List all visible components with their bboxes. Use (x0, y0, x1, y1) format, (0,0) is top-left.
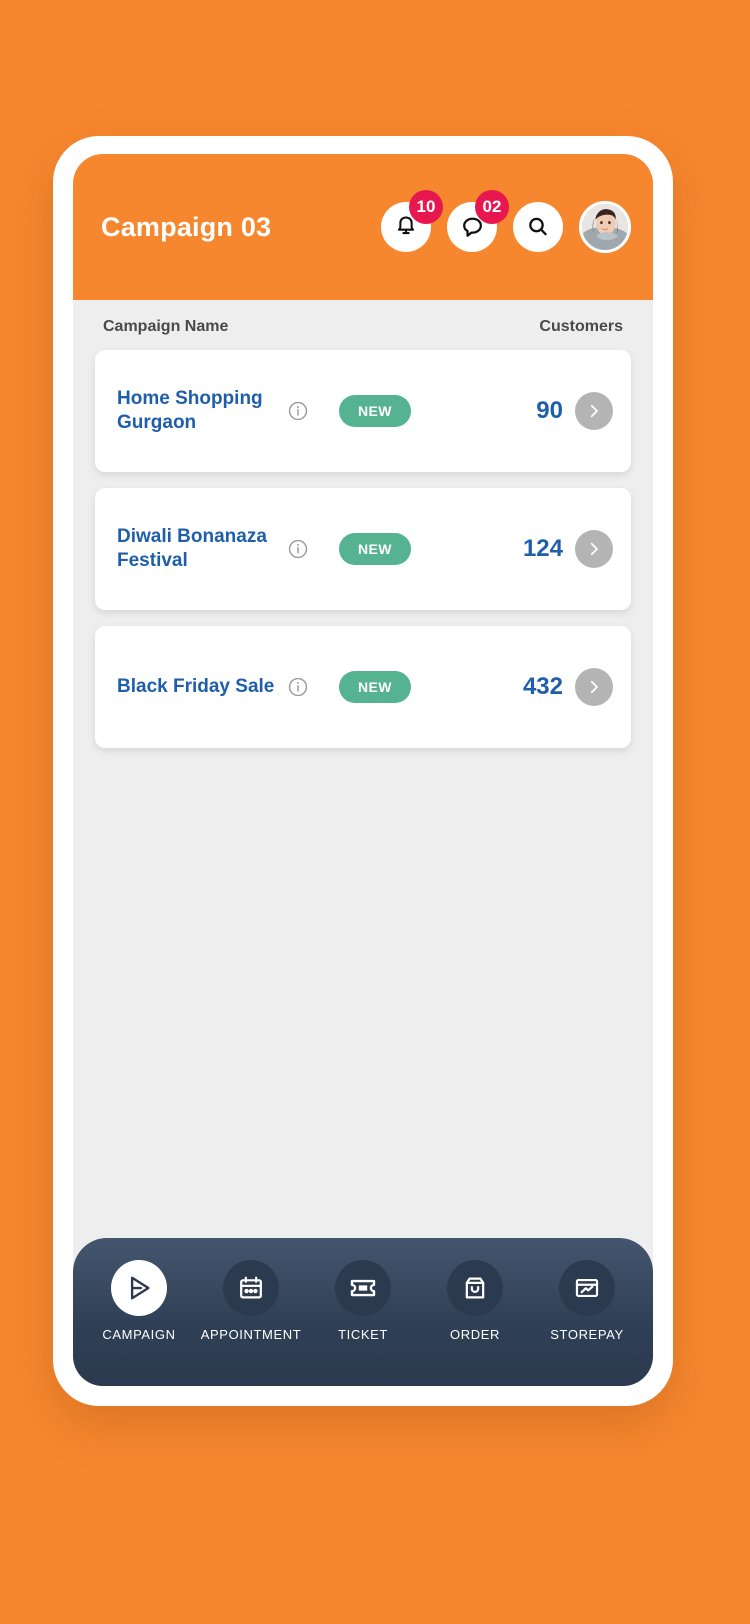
shopping-bag-icon (447, 1260, 503, 1316)
chevron-right-icon[interactable] (575, 392, 613, 430)
avatar[interactable] (579, 201, 631, 253)
messages-badge: 02 (475, 190, 509, 224)
search-icon (525, 214, 551, 240)
nav-label: STOREPAY (550, 1327, 624, 1342)
campaign-name: Diwali Bonanaza Festival (117, 525, 267, 571)
search-button[interactable] (513, 202, 563, 252)
customer-count: 124 (522, 535, 563, 562)
messages-button[interactable]: 02 (447, 190, 509, 252)
nav-label: CAMPAIGN (102, 1327, 176, 1342)
campaign-name: Home Shopping Gurgaon (117, 387, 263, 433)
info-icon[interactable] (287, 676, 309, 698)
campaign-list: Home Shopping Gurgaon NEW 90 Diwali Bona… (73, 350, 653, 748)
table-row[interactable]: Black Friday Sale NEW 432 (95, 626, 631, 748)
phone-screen: Campaign 03 10 02 Campaign Name Customer… (73, 154, 653, 1386)
header-actions: 10 02 (381, 190, 631, 253)
campaign-name: Black Friday Sale (117, 675, 275, 697)
phone-frame: Campaign 03 10 02 Campaign Name Customer… (53, 136, 673, 1406)
info-icon[interactable] (287, 538, 309, 560)
app-header: Campaign 03 10 02 (73, 154, 653, 300)
table-row[interactable]: Home Shopping Gurgaon NEW 90 (95, 350, 631, 472)
nav-label: APPOINTMENT (200, 1327, 302, 1342)
nav-item-storepay[interactable]: STOREPAY (531, 1260, 643, 1342)
row-right: 432 (523, 668, 613, 706)
table-row[interactable]: Diwali Bonanaza Festival NEW 124 (95, 488, 631, 610)
customer-count: 432 (522, 673, 563, 700)
notifications-badge: 10 (409, 190, 443, 224)
notifications-button[interactable]: 10 (381, 190, 443, 252)
status-badge: NEW (339, 533, 411, 565)
status-badge: NEW (339, 671, 411, 703)
nav-item-ticket[interactable]: TICKET (307, 1260, 419, 1342)
nav-item-order[interactable]: ORDER (419, 1260, 531, 1342)
calendar-icon (223, 1260, 279, 1316)
user-avatar (582, 204, 628, 250)
nav-item-appointment[interactable]: APPOINTMENT (195, 1260, 307, 1342)
chevron-right-icon[interactable] (575, 668, 613, 706)
row-left: Black Friday Sale NEW (117, 671, 523, 703)
list-column-headers: Campaign Name Customers (73, 300, 653, 350)
nav-label: ORDER (450, 1327, 500, 1342)
row-left: Home Shopping Gurgaon NEW (117, 387, 536, 436)
ticket-icon (335, 1260, 391, 1316)
nav-label: TICKET (338, 1327, 388, 1342)
column-header-campaign-name: Campaign Name (103, 318, 229, 335)
row-right: 124 (523, 530, 613, 568)
page-title: Campaign 03 (101, 211, 272, 242)
row-right: 90 (536, 392, 613, 430)
content-area: Campaign Name Customers Home Shopping Gu… (73, 300, 653, 1386)
column-header-customers: Customers (539, 318, 623, 335)
row-left: Diwali Bonanaza Festival NEW (117, 525, 523, 574)
bottom-navigation: CAMPAIGN APPOINTMENT TICKET ORDER STOREP… (73, 1238, 653, 1386)
send-play-icon (111, 1260, 167, 1316)
chevron-right-icon[interactable] (575, 530, 613, 568)
card-terminal-icon (559, 1260, 615, 1316)
info-icon[interactable] (287, 400, 309, 422)
customer-count: 90 (536, 397, 563, 424)
status-badge: NEW (339, 395, 411, 427)
nav-item-campaign[interactable]: CAMPAIGN (83, 1260, 195, 1342)
